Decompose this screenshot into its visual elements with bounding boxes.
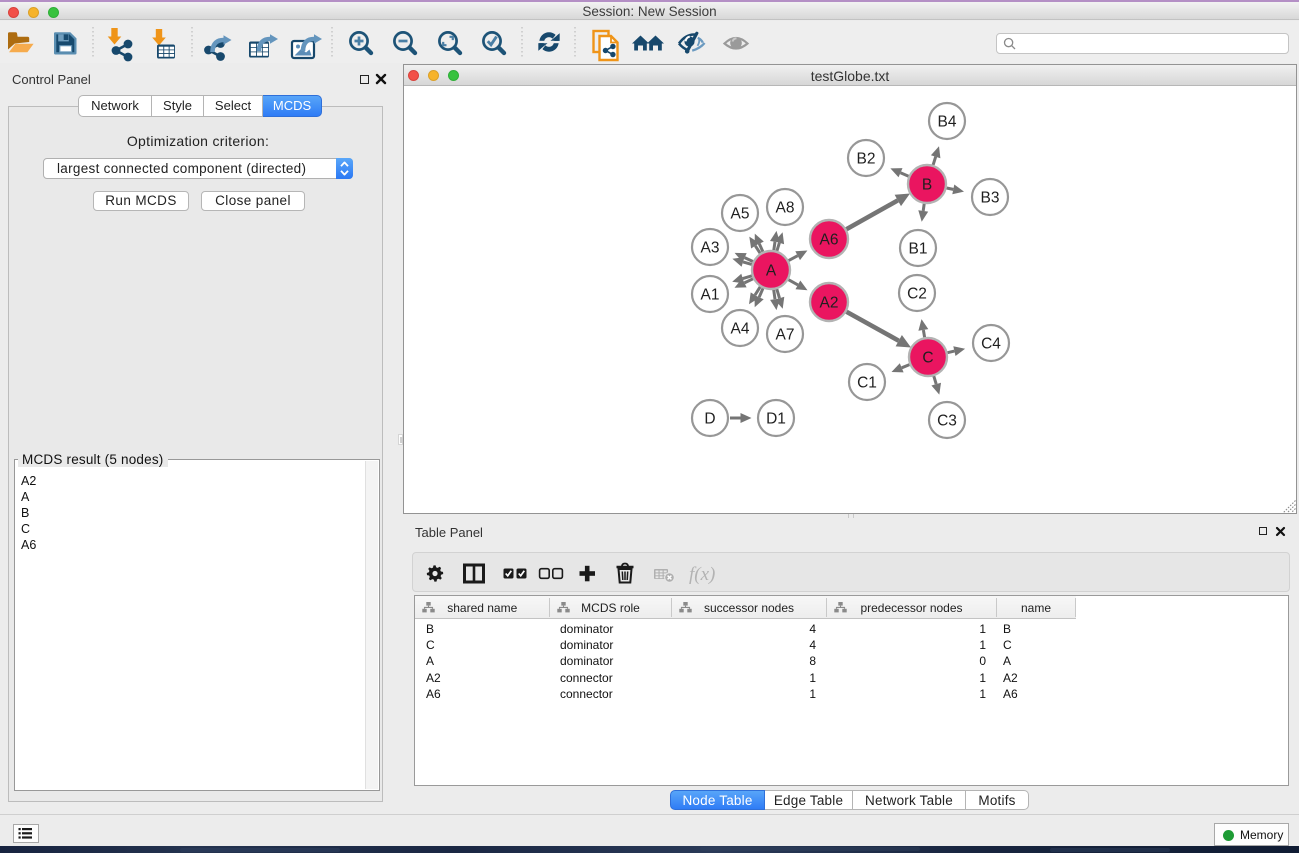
- svg-text:A1: A1: [701, 287, 720, 304]
- svg-text:B1: B1: [909, 241, 928, 258]
- svg-text:A: A: [766, 263, 777, 280]
- svg-text:C4: C4: [981, 336, 1001, 353]
- svg-text:B: B: [922, 177, 932, 194]
- svg-text:f(x): f(x): [689, 564, 715, 585]
- svg-text:C2: C2: [907, 286, 927, 303]
- svg-text:A8: A8: [776, 200, 795, 217]
- svg-text:C1: C1: [857, 375, 877, 392]
- svg-text:A3: A3: [701, 240, 720, 257]
- svg-text:B4: B4: [938, 114, 957, 131]
- svg-text:A2: A2: [820, 295, 839, 312]
- svg-text:D1: D1: [766, 411, 786, 428]
- svg-text:C: C: [922, 350, 933, 367]
- svg-text:A6: A6: [820, 232, 839, 249]
- svg-text:A7: A7: [776, 327, 795, 344]
- svg-text:D: D: [704, 411, 715, 428]
- svg-text:B3: B3: [981, 190, 1000, 207]
- svg-text:A5: A5: [731, 206, 750, 223]
- svg-text:C3: C3: [937, 413, 957, 430]
- svg-text:B2: B2: [857, 151, 876, 168]
- svg-text:A4: A4: [731, 321, 750, 338]
